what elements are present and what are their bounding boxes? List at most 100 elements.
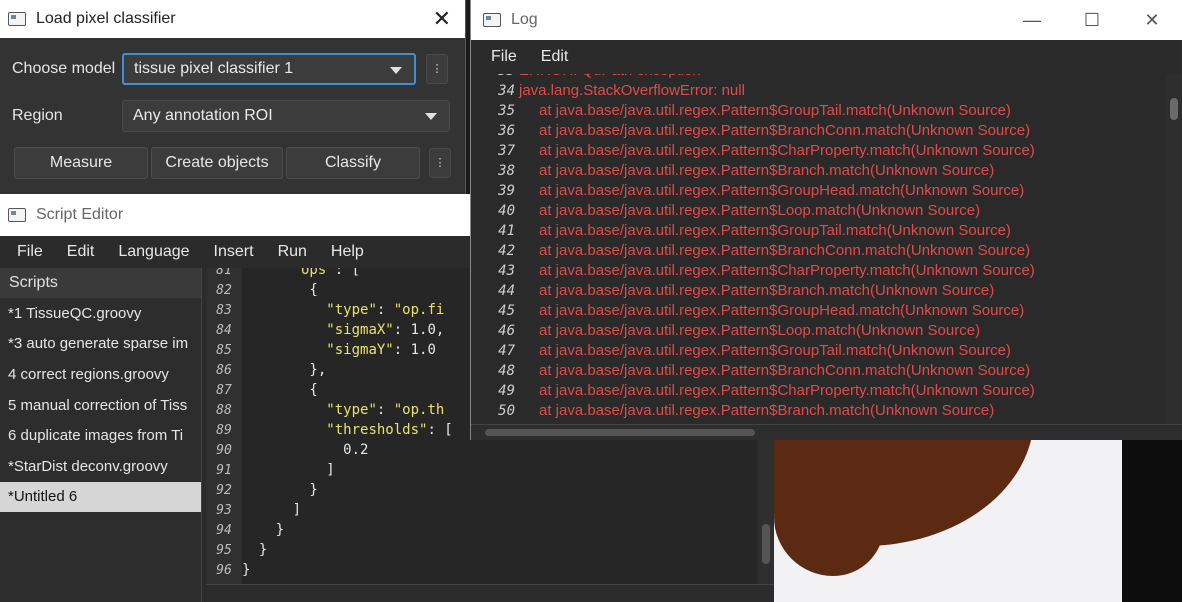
code-text: "type": "op.th xyxy=(326,402,445,418)
app-window-icon xyxy=(483,13,501,27)
line-number: 83 xyxy=(216,303,232,318)
log-line-number: 33 xyxy=(471,74,519,79)
log-line-number: 45 xyxy=(498,303,515,319)
menu-edit[interactable]: Edit xyxy=(67,243,95,261)
line-number: 94 xyxy=(216,523,232,538)
code-text: } xyxy=(242,542,268,558)
code-line: 90 0.2 xyxy=(206,442,368,462)
classify-button[interactable]: Classify xyxy=(286,147,420,179)
log-horizontal-scrollbar[interactable] xyxy=(471,424,1182,440)
log-message: ERROR: QuPath exception xyxy=(519,74,701,79)
code-text: "thresholds": [ xyxy=(326,422,453,438)
log-line: 33ERROR: QuPath exception xyxy=(471,74,701,82)
script-editor-title: Script Editor xyxy=(36,206,124,223)
close-icon[interactable]: ✕ xyxy=(1122,10,1182,31)
region-select-value: Any annotation ROI xyxy=(133,107,273,124)
log-line: 46 at java.base/java.util.regex.Pattern$L… xyxy=(471,322,980,342)
log-line-number: 34 xyxy=(498,83,515,99)
script-list-item[interactable]: *3 auto generate sparse im xyxy=(0,329,201,360)
code-line: 86 }, xyxy=(206,362,326,382)
maximize-icon[interactable]: ☐ xyxy=(1062,10,1122,31)
log-message: at java.base/java.util.regex.Pattern$Gro… xyxy=(539,102,1011,119)
menu-file[interactable]: File xyxy=(17,243,43,261)
log-line: 45 at java.base/java.util.regex.Pattern$G… xyxy=(471,302,1024,322)
line-number: 87 xyxy=(216,383,232,398)
log-titlebar[interactable]: Log — ☐ ✕ xyxy=(471,0,1182,40)
minimize-icon[interactable]: — xyxy=(1002,10,1062,31)
log-message: at java.base/java.util.regex.Pattern$Bra… xyxy=(539,242,1031,259)
log-line-number: 47 xyxy=(498,343,515,359)
code-line: 95 } xyxy=(206,542,267,562)
chevron-down-icon xyxy=(390,67,402,74)
code-line: 87 { xyxy=(206,382,318,402)
classifier-titlebar[interactable]: Load pixel classifier ✕ xyxy=(0,0,465,38)
scrollbar-thumb[interactable] xyxy=(485,429,755,436)
region-row: Region Any annotation ROI xyxy=(12,99,451,133)
menu-insert[interactable]: Insert xyxy=(214,243,254,261)
log-message: at java.base/java.util.regex.Pattern$Gro… xyxy=(539,182,1025,199)
classify-more-button[interactable]: ⋮ xyxy=(429,148,451,178)
line-number: 85 xyxy=(216,343,232,358)
log-message: at java.base/java.util.regex.Pattern$Cha… xyxy=(539,262,1035,279)
log-line: 47 at java.base/java.util.regex.Pattern$G… xyxy=(471,342,1011,362)
log-vertical-scrollbar[interactable] xyxy=(1165,74,1182,424)
line-number: 93 xyxy=(216,503,232,518)
model-select[interactable]: tissue pixel classifier 1 xyxy=(122,53,416,85)
code-text: } xyxy=(242,562,251,578)
menu-language[interactable]: Language xyxy=(118,243,189,261)
script-list-item[interactable]: *1 TissueQC.groovy xyxy=(0,298,201,329)
load-pixel-classifier-window: Load pixel classifier ✕ Choose model tis… xyxy=(0,0,466,194)
log-line: 42 at java.base/java.util.regex.Pattern$B… xyxy=(471,242,1030,262)
scrollbar-thumb[interactable] xyxy=(1170,98,1178,120)
model-label: Choose model xyxy=(12,60,116,77)
log-window: Log — ☐ ✕ File Edit 33ERROR: QuPath exce… xyxy=(470,0,1182,440)
log-message: at java.base/java.util.regex.Pattern$Bra… xyxy=(539,122,1031,139)
log-line-number: 43 xyxy=(498,263,515,279)
script-list-item[interactable]: 4 correct regions.groovy xyxy=(0,359,201,390)
log-message: at java.base/java.util.regex.Pattern$Gro… xyxy=(539,342,1011,359)
log-line: 44 at java.base/java.util.regex.Pattern$B… xyxy=(471,282,994,302)
region-select[interactable]: Any annotation ROI xyxy=(122,100,450,132)
code-text: } xyxy=(242,482,318,498)
line-number: 84 xyxy=(216,323,232,338)
menu-edit[interactable]: Edit xyxy=(541,48,569,66)
model-row: Choose model tissue pixel classifier 1 ⋮ xyxy=(12,52,451,86)
line-number: 96 xyxy=(216,563,232,578)
create-objects-button[interactable]: Create objects xyxy=(151,147,283,179)
close-icon[interactable]: ✕ xyxy=(433,6,451,32)
script-list-item[interactable]: *Untitled 6 xyxy=(0,481,201,513)
log-line-number: 40 xyxy=(498,203,515,219)
code-line: 89 "thresholds": [ xyxy=(206,422,453,442)
log-line: 41 at java.base/java.util.regex.Pattern$G… xyxy=(471,222,1011,242)
model-select-value: tissue pixel classifier 1 xyxy=(134,60,294,77)
code-line: 83 "type": "op.fi xyxy=(206,302,444,322)
log-line-number: 37 xyxy=(498,143,515,159)
script-list-item[interactable]: *StarDist deconv.groovy xyxy=(0,451,201,482)
menu-run[interactable]: Run xyxy=(278,243,307,261)
scripts-header: Scripts xyxy=(0,268,201,298)
log-line: 43 at java.base/java.util.regex.Pattern$C… xyxy=(471,262,1035,282)
model-more-button[interactable]: ⋮ xyxy=(426,54,448,84)
log-line: 48 at java.base/java.util.regex.Pattern$B… xyxy=(471,362,1030,382)
menu-help[interactable]: Help xyxy=(331,243,364,261)
image-viewer[interactable] xyxy=(774,436,1182,602)
classifier-window-title: Load pixel classifier xyxy=(36,10,176,27)
measure-button[interactable]: Measure xyxy=(14,147,148,179)
log-message: at java.base/java.util.regex.Pattern$Loo… xyxy=(539,322,981,339)
scrollbar-thumb[interactable] xyxy=(762,524,770,564)
line-number: 86 xyxy=(216,363,232,378)
line-number: 90 xyxy=(216,443,232,458)
log-line: 35 at java.base/java.util.regex.Pattern$G… xyxy=(471,102,1011,122)
script-list-item[interactable]: 5 manual correction of Tiss xyxy=(0,390,201,421)
menu-file[interactable]: File xyxy=(491,48,517,66)
app-window-icon xyxy=(8,208,26,222)
log-menubar: File Edit xyxy=(471,40,1182,74)
code-line: 81 "ops": [ xyxy=(206,268,360,282)
log-output[interactable]: 33ERROR: QuPath exception34java.lang.Sta… xyxy=(471,74,1165,424)
code-horizontal-scrollbar[interactable] xyxy=(206,584,774,602)
log-message: at java.base/java.util.regex.Pattern$Bra… xyxy=(539,362,1031,379)
line-number: 95 xyxy=(216,543,232,558)
script-list-item[interactable]: 6 duplicate images from Ti xyxy=(0,420,201,451)
code-text: }, xyxy=(242,362,327,378)
code-text: { xyxy=(242,282,318,298)
